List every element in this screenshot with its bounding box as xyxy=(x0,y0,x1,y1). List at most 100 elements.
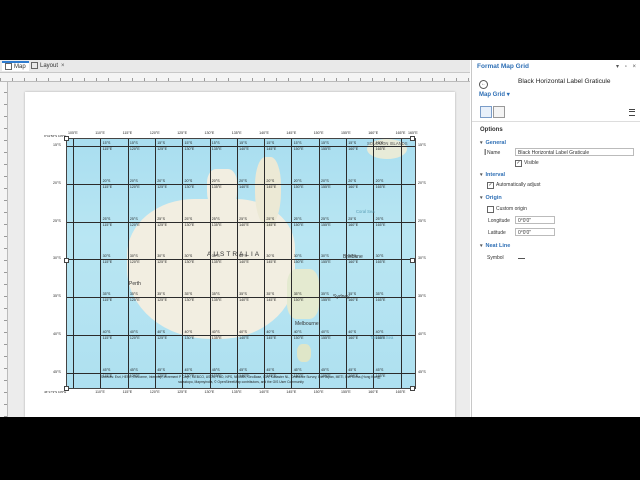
selection-handle[interactable] xyxy=(410,386,415,391)
selection-handle[interactable] xyxy=(410,136,415,141)
inner-lat-label: 45°S xyxy=(102,367,111,372)
inner-lat-label: 35°S xyxy=(348,292,357,297)
latitude-field[interactable]: 0°0'0" xyxy=(515,228,555,236)
inner-lat-label: 20°S xyxy=(102,178,111,183)
chevron-down-icon: ▾ xyxy=(506,92,510,98)
inner-lon-label: 135°E xyxy=(211,373,222,378)
inner-lat-label: 45°S xyxy=(375,367,384,372)
inner-lat-label: 35°S xyxy=(129,292,138,297)
inner-lat-label: 45°S xyxy=(293,367,302,372)
inner-lat-label: 20°S xyxy=(348,178,357,183)
visible-label: Visible xyxy=(524,160,539,166)
inner-lat-label: 15°S xyxy=(239,141,247,145)
inner-lon-label: 125°E xyxy=(157,373,168,378)
inner-lon-label: 160°E xyxy=(348,222,359,227)
inner-lon-label: 165°E xyxy=(375,184,386,189)
top-lon-label: 150°E xyxy=(313,131,324,135)
top-lon-label: 155°E xyxy=(341,131,351,135)
properties-tab-icon[interactable] xyxy=(480,106,492,118)
inner-lat-label: 40°S xyxy=(184,330,193,334)
tab-map[interactable]: Map xyxy=(2,61,29,71)
inner-lon-label: 115°E xyxy=(102,336,113,340)
inner-lon-label: 165°E xyxy=(375,260,386,265)
inner-lat-label: 15°S xyxy=(266,141,275,145)
inner-lat-label: 30°S xyxy=(211,254,220,259)
divider xyxy=(472,121,640,122)
section-neatline[interactable]: ▾ Neat Line xyxy=(480,243,510,249)
longitude-field[interactable]: 0°0'0" xyxy=(515,216,555,224)
top-lon-label: 160°E xyxy=(368,131,379,135)
inner-lon-label: 150°E xyxy=(293,373,304,378)
section-interval[interactable]: ▾ Interval xyxy=(480,172,505,178)
inner-lat-label: 15°S xyxy=(211,141,220,145)
pane-controls[interactable]: ▾ ▫ × xyxy=(616,63,638,70)
left-lat-label: 25°S xyxy=(53,218,61,223)
cursor-icon: I xyxy=(484,148,487,157)
inner-lon-label: 125°E xyxy=(157,222,168,227)
inner-lat-label: 15°S xyxy=(293,141,302,145)
inner-lon-label: 130°E xyxy=(184,336,195,340)
inner-lon-label: 140°E xyxy=(239,373,249,378)
inner-lat-label: 45°S xyxy=(321,367,329,372)
inner-lat-label: 15°S xyxy=(102,141,111,145)
inner-lon-label: 160°E xyxy=(348,260,359,265)
menu-icon[interactable] xyxy=(629,109,635,116)
inner-lon-label: 125°E xyxy=(157,184,168,189)
name-field[interactable]: Black Horizontal Label Graticule xyxy=(515,148,634,156)
graticule-meridian xyxy=(154,139,156,388)
map-frame[interactable]: AUSTRALIA Perth Brisbane Sydney Melbourn… xyxy=(66,138,416,389)
graticule-meridian xyxy=(127,139,129,388)
custom-origin-checkbox[interactable] xyxy=(487,206,494,213)
map-icon xyxy=(5,63,12,70)
bottom-lon-label: 150°E xyxy=(313,390,324,394)
selection-handle[interactable] xyxy=(64,258,69,263)
inner-lon-label: 140°E xyxy=(239,336,249,340)
inner-lon-label: 155°E xyxy=(321,298,331,303)
section-general[interactable]: ▾ General xyxy=(480,140,506,146)
inner-lon-label: 115°E xyxy=(102,298,113,303)
inner-lat-label: 30°S xyxy=(375,254,384,259)
top-lon-label: 135°E xyxy=(231,131,242,135)
selection-handle[interactable] xyxy=(410,258,415,263)
inner-lat-label: 20°S xyxy=(321,178,329,183)
components-tab-icon[interactable] xyxy=(493,106,505,118)
top-lon-label: 130°E xyxy=(204,131,215,135)
inner-lon-label: 160°E xyxy=(348,373,359,378)
inner-lat-label: 20°S xyxy=(129,178,138,183)
inner-lon-label: 135°E xyxy=(211,147,222,151)
inner-lon-label: 115°E xyxy=(102,260,113,265)
inner-lat-label: 25°S xyxy=(348,216,357,221)
inner-lon-label: 165°E xyxy=(375,373,386,378)
inner-lat-label: 25°S xyxy=(157,216,166,221)
land-tasmania xyxy=(297,344,311,362)
map-grid-dropdown[interactable]: Map Grid ▾ xyxy=(479,91,510,98)
inner-lon-label: 145°E xyxy=(266,222,277,227)
auto-adjust-checkbox[interactable]: ✓ xyxy=(487,182,494,189)
graticule-meridian xyxy=(236,139,238,388)
left-lat-label: 20°S xyxy=(53,180,61,185)
close-icon[interactable]: × xyxy=(61,63,65,69)
right-lat-label: 30°S xyxy=(418,256,426,261)
right-lat-label: 20°S xyxy=(418,180,426,185)
bottom-lon-label: 110°E xyxy=(95,390,105,394)
top-lon-label: 125°E xyxy=(177,131,188,135)
left-lat-label: 35°S xyxy=(53,294,61,299)
custom-origin-label: Custom origin xyxy=(496,206,527,212)
top-lon-label: 120°E xyxy=(149,131,160,135)
inner-lon-label: 115°E xyxy=(102,222,113,227)
inner-lat-label: 25°S xyxy=(102,216,111,221)
section-origin[interactable]: ▾ Origin xyxy=(480,195,502,201)
inner-lat-label: 40°S xyxy=(102,330,111,334)
bottom-lon-label: 125°E xyxy=(177,390,188,394)
inner-lat-label: 40°S xyxy=(293,330,302,334)
graticule-meridian xyxy=(318,139,320,388)
visible-checkbox[interactable]: ✓ xyxy=(515,160,522,167)
inner-lon-label: 115°E xyxy=(102,184,113,189)
inner-lon-label: 150°E xyxy=(293,260,304,265)
back-icon[interactable]: ← xyxy=(479,80,488,89)
inner-lon-label: 150°E xyxy=(293,184,304,189)
symbol-preview[interactable] xyxy=(518,258,525,259)
left-lat-label: 15°S xyxy=(53,143,61,147)
inner-lat-label: 45°S xyxy=(211,367,220,372)
tab-layout[interactable]: Layout × xyxy=(28,61,68,71)
